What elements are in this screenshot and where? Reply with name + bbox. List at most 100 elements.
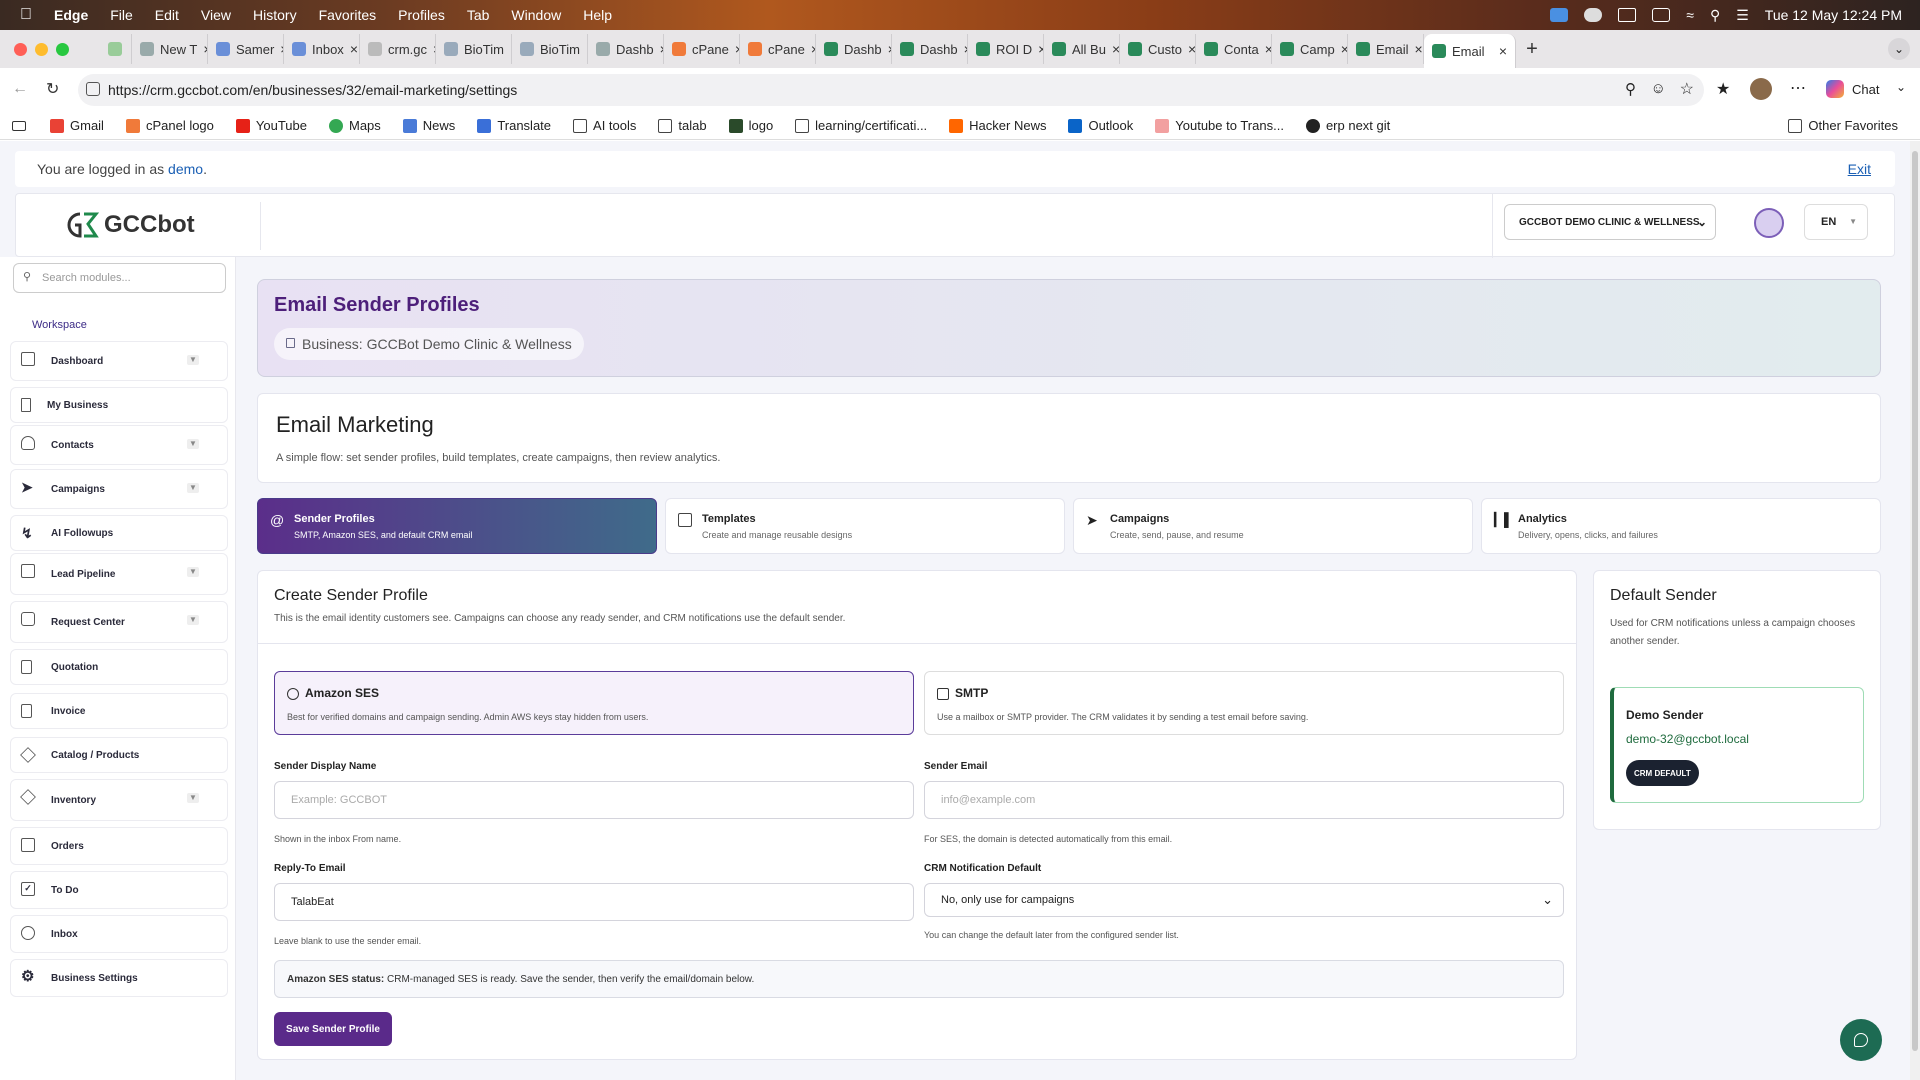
- menu-favorites[interactable]: Favorites: [319, 7, 377, 23]
- sidebar-item-business-settings[interactable]: ⚙ Business Settings: [10, 959, 228, 997]
- search-modules-input[interactable]: ⚲ Search modules...: [13, 263, 226, 293]
- provider-option-amazon-ses[interactable]: Amazon SES Best for verified domains and…: [274, 671, 914, 735]
- bookmark-cpanel-logo[interactable]: cPanel logo: [125, 118, 214, 133]
- login-user-link[interactable]: demo: [168, 161, 203, 177]
- exit-link[interactable]: Exit: [1848, 161, 1871, 177]
- reader-icon[interactable]: ☺: [1651, 80, 1666, 97]
- provider-option-smtp[interactable]: SMTP Use a mailbox or SMTP provider. The…: [924, 671, 1564, 735]
- browser-tab[interactable]: All Bu ×: [1044, 34, 1120, 64]
- browser-tab[interactable]: Samer×: [208, 34, 284, 64]
- sidebar-item-inbox[interactable]: Inbox: [10, 915, 228, 953]
- tab-templates[interactable]: Templates Create and manage reusable des…: [665, 498, 1065, 554]
- browser-tab[interactable]: Email ×: [1348, 34, 1424, 64]
- sidebar-toggle-icon[interactable]: [12, 120, 26, 131]
- sidebar-item-inventory[interactable]: Inventory ▼: [10, 779, 228, 821]
- chat-label[interactable]: Chat: [1852, 82, 1879, 97]
- bookmark-hacker-news[interactable]: Hacker News: [949, 118, 1046, 133]
- status-app-icon[interactable]: [1550, 8, 1569, 22]
- browser-tab[interactable]: Dashb×: [892, 34, 968, 64]
- bookmark-erp-next-git[interactable]: erp next git: [1305, 118, 1390, 133]
- zoom-window-button[interactable]: [56, 42, 69, 56]
- copilot-icon[interactable]: [1826, 80, 1844, 98]
- browser-tab[interactable]: Custo ×: [1120, 34, 1196, 64]
- menubar-clock[interactable]: Tue 12 May 12:24 PM: [1765, 7, 1902, 23]
- user-avatar[interactable]: [1754, 208, 1784, 238]
- status-keyboard-icon[interactable]: [1618, 8, 1637, 22]
- sidebar-item-catalog-products[interactable]: Catalog / Products: [10, 737, 228, 773]
- sidebar-item-orders[interactable]: Orders: [10, 827, 228, 865]
- site-info-icon[interactable]: [86, 82, 100, 96]
- browser-tab-active[interactable]: Email ×: [1424, 34, 1516, 68]
- chevron-down-icon[interactable]: ▼: [187, 567, 199, 577]
- bookmark-outlook[interactable]: Outlook: [1068, 118, 1133, 133]
- tab-actions-button[interactable]: [100, 34, 132, 64]
- sidebar-item-to-do[interactable]: ✓ To Do: [10, 871, 228, 909]
- chevron-down-icon[interactable]: ▼: [187, 355, 199, 365]
- menu-file[interactable]: File: [110, 7, 133, 23]
- sender-email-input[interactable]: info@example.com: [924, 781, 1564, 819]
- bookmark-talab[interactable]: talab: [658, 118, 707, 133]
- spotlight-search-icon[interactable]: ⚲: [1710, 7, 1720, 24]
- browser-tab[interactable]: cPane×: [664, 34, 740, 64]
- other-favorites[interactable]: Other Favorites: [1788, 118, 1898, 133]
- bookmark-maps[interactable]: Maps: [329, 118, 381, 133]
- chevron-down-icon[interactable]: ▼: [187, 615, 199, 625]
- sidebar-item-invoice[interactable]: Invoice: [10, 693, 228, 729]
- chat-bubble-button[interactable]: [1840, 1019, 1882, 1061]
- back-arrow-icon[interactable]: ←: [12, 80, 28, 98]
- browser-tab[interactable]: Conta ×: [1196, 34, 1272, 64]
- sidebar-item-campaigns[interactable]: ➤ Campaigns ▼: [10, 469, 228, 509]
- reply-to-email-input[interactable]: TalabEat: [274, 883, 914, 921]
- scrollbar-thumb[interactable]: [1912, 151, 1918, 1051]
- browser-tab[interactable]: Dashb×: [588, 34, 664, 64]
- default-sender-item[interactable]: Demo Sender demo-32@gccbot.local CRM DEF…: [1610, 687, 1864, 803]
- refresh-icon[interactable]: ↻: [46, 79, 59, 99]
- profile-avatar[interactable]: [1750, 78, 1772, 100]
- bookmark-ai-tools[interactable]: AI tools: [573, 118, 636, 133]
- menu-history[interactable]: History: [253, 7, 297, 23]
- new-tab-button[interactable]: +: [1516, 38, 1548, 61]
- chat-chevron-icon[interactable]: ⌄: [1896, 80, 1906, 94]
- close-tab-icon[interactable]: ×: [350, 41, 358, 57]
- page-scrollbar[interactable]: [1910, 141, 1920, 1080]
- chevron-down-icon[interactable]: ▼: [187, 793, 199, 803]
- address-bar[interactable]: https://crm.gccbot.com/en/businesses/32/…: [78, 74, 1704, 106]
- apple-icon[interactable]: : [20, 6, 32, 24]
- sidebar-item-dashboard[interactable]: Dashboard ▼: [10, 341, 228, 381]
- browser-tab[interactable]: cPane×: [740, 34, 816, 64]
- close-tab-icon[interactable]: ×: [1112, 41, 1119, 57]
- sidebar-item-my-business[interactable]: My Business: [10, 387, 228, 423]
- menu-help[interactable]: Help: [583, 7, 612, 23]
- menu-window[interactable]: Window: [511, 7, 561, 23]
- bookmark-youtube-to-trans[interactable]: Youtube to Trans...: [1155, 118, 1284, 133]
- favorites-icon[interactable]: ★: [1716, 79, 1730, 99]
- status-battery-icon[interactable]: [1652, 8, 1671, 22]
- bookmark-learning[interactable]: learning/certificati...: [795, 118, 927, 133]
- bookmark-news[interactable]: News: [402, 118, 455, 133]
- close-tab-icon[interactable]: ×: [1188, 41, 1195, 57]
- tab-sender-profiles[interactable]: @ Sender Profiles SMTP, Amazon SES, and …: [257, 498, 657, 554]
- sidebar-item-lead-pipeline[interactable]: Lead Pipeline ▼: [10, 553, 228, 595]
- browser-tab[interactable]: Camp ×: [1272, 34, 1348, 64]
- save-sender-profile-button[interactable]: Save Sender Profile: [274, 1012, 392, 1046]
- browser-tab[interactable]: New T×: [132, 34, 208, 64]
- close-tab-icon[interactable]: ×: [1499, 43, 1507, 59]
- tab-campaigns[interactable]: ➤ Campaigns Create, send, pause, and res…: [1073, 498, 1473, 554]
- close-tab-icon[interactable]: ×: [1265, 41, 1271, 57]
- minimize-window-button[interactable]: [35, 42, 48, 56]
- sidebar-item-contacts[interactable]: Contacts ▼: [10, 425, 228, 465]
- sidebar-item-ai-followups[interactable]: ↯ AI Followups: [10, 515, 228, 551]
- gccbot-logo[interactable]: GCCbot: [66, 210, 195, 240]
- close-tab-icon[interactable]: ×: [1341, 41, 1347, 57]
- crm-notification-default-select[interactable]: No, only use for campaigns ⌄: [924, 883, 1564, 917]
- control-center-icon[interactable]: ☰: [1736, 7, 1749, 24]
- menu-view[interactable]: View: [201, 7, 231, 23]
- menu-profiles[interactable]: Profiles: [398, 7, 445, 23]
- browser-tab[interactable]: ROI D×: [968, 34, 1044, 64]
- chevron-down-icon[interactable]: ▼: [187, 483, 199, 493]
- menu-tab[interactable]: Tab: [467, 7, 490, 23]
- language-select[interactable]: EN ▼: [1804, 204, 1868, 240]
- close-tab-icon[interactable]: ×: [1415, 41, 1423, 57]
- sender-display-name-input[interactable]: Example: GCCBOT: [274, 781, 914, 819]
- browser-tab[interactable]: BioTim×: [436, 34, 512, 64]
